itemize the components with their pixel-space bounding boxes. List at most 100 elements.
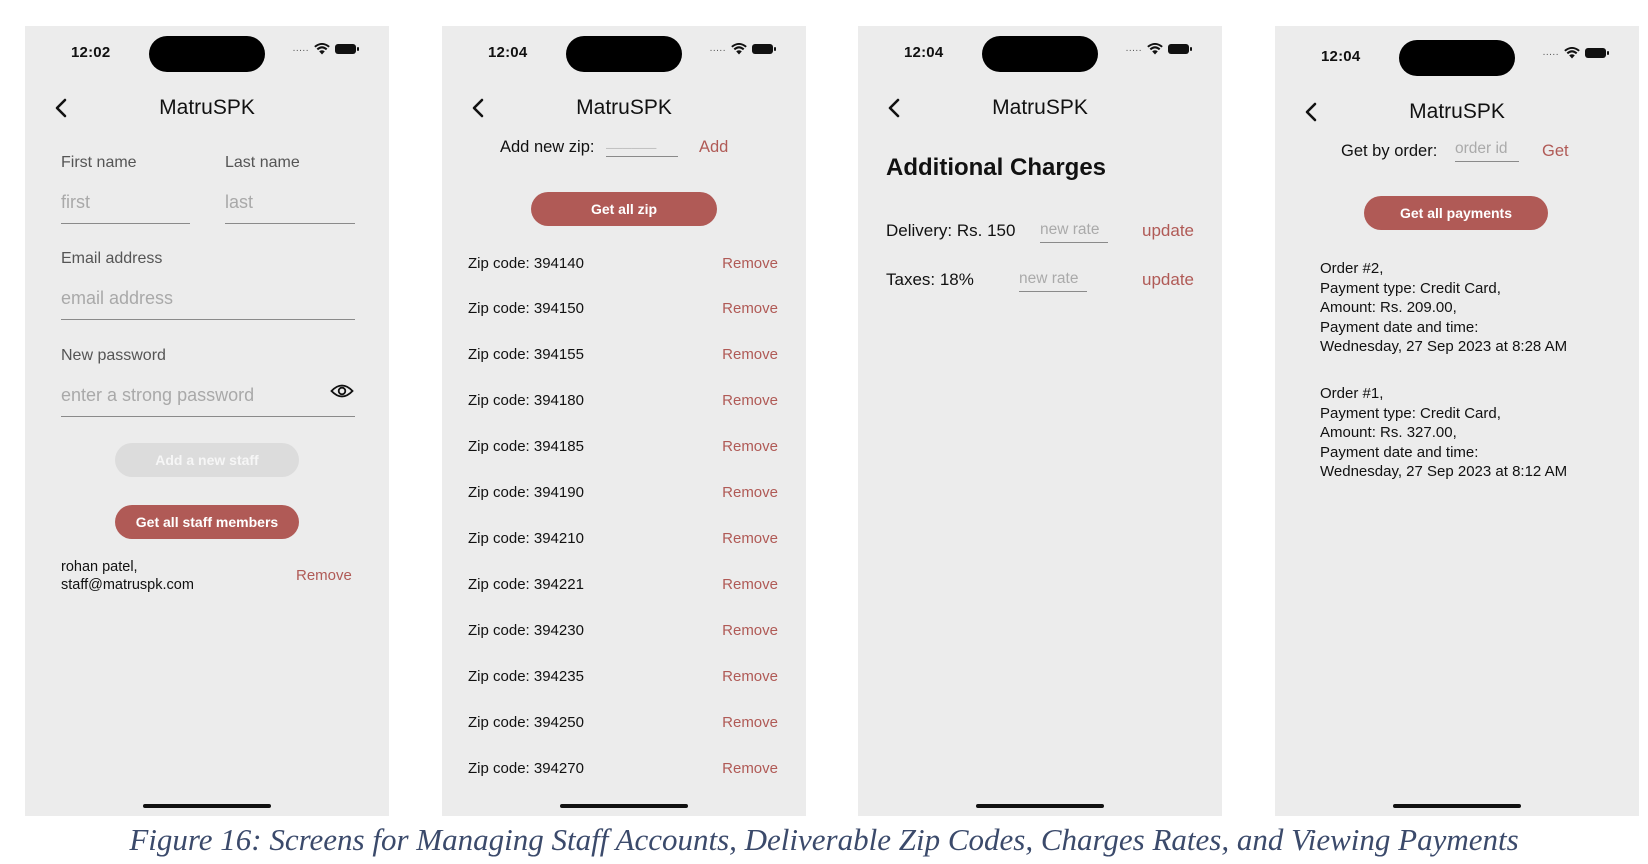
payment-date-label: Payment date and time: <box>1320 443 1479 461</box>
figure-caption: Figure 16: Screens for Managing Staff Ac… <box>129 822 1519 857</box>
password-field[interactable] <box>61 385 355 417</box>
remove-zip-button[interactable]: Remove <box>722 346 778 363</box>
status-bar: 12:04 ..... <box>1275 26 1639 82</box>
add-staff-button[interactable]: Add a new staff <box>115 443 299 477</box>
payment-type: Payment type: Credit Card, <box>1320 279 1501 297</box>
zip-code: Zip code: 394230 <box>468 622 584 639</box>
dynamic-island <box>149 36 265 72</box>
zip-row: Zip code: 394180 Remove <box>442 392 806 414</box>
remove-zip-button[interactable]: Remove <box>722 530 778 547</box>
home-indicator <box>1393 804 1521 808</box>
get-by-order-label: Get by order: <box>1341 142 1438 160</box>
remove-zip-button[interactable]: Remove <box>722 714 778 731</box>
signal-icon: ..... <box>292 43 309 54</box>
password-label: New password <box>61 347 166 364</box>
home-indicator <box>560 804 688 808</box>
staff-item: rohan patel, staff@matruspk.com <box>61 558 194 594</box>
zip-code: Zip code: 394150 <box>468 300 584 317</box>
remove-zip-button[interactable]: Remove <box>722 438 778 455</box>
zip-row: Zip code: 394140 Remove <box>442 255 806 277</box>
payment-order: Order #1, <box>1320 385 1384 402</box>
get-order-button[interactable]: Get <box>1542 142 1569 161</box>
zip-code: Zip code: 394185 <box>468 438 584 455</box>
charges-screen: 12:04 ..... MatruSPK Additional Charges … <box>858 26 1222 816</box>
last-name-label: Last name <box>225 154 300 171</box>
payment-item: Order #2, Payment type: Credit Card, Amo… <box>1320 259 1567 357</box>
staff-email: staff@matruspk.com <box>61 577 194 593</box>
get-all-payments-button[interactable]: Get all payments <box>1364 196 1548 230</box>
status-time: 12:02 <box>71 44 111 61</box>
zip-row: Zip code: 394221 Remove <box>442 576 806 598</box>
remove-zip-button[interactable]: Remove <box>722 760 778 777</box>
payment-amount: Amount: Rs. 327.00, <box>1320 424 1457 442</box>
get-all-staff-button[interactable]: Get all staff members <box>115 505 299 539</box>
wifi-icon <box>731 43 747 55</box>
zip-code: Zip code: 394180 <box>468 392 584 409</box>
order-id-input[interactable] <box>1455 140 1519 162</box>
page-title: MatruSPK <box>576 96 672 119</box>
zip-screen: 12:04 ..... MatruSPK Add new zip: Add Ge… <box>442 26 806 816</box>
first-name-field[interactable] <box>61 192 190 224</box>
remove-zip-button[interactable]: Remove <box>722 255 778 272</box>
payment-date: Wednesday, 27 Sep 2023 at 8:28 AM <box>1320 338 1568 356</box>
system-icons: ..... <box>1543 47 1609 59</box>
wifi-icon <box>1564 47 1580 59</box>
staff-name: rohan patel, <box>61 559 138 575</box>
zip-code: Zip code: 394270 <box>468 760 584 777</box>
section-heading: Additional Charges <box>886 154 1107 181</box>
system-icons: ..... <box>293 43 359 55</box>
signal-icon: ..... <box>1542 47 1559 58</box>
delivery-rate-label: Delivery: Rs. 150 <box>886 221 1016 240</box>
add-zip-label: Add new zip: <box>500 138 595 156</box>
payments-screen: 12:04 ..... MatruSPK Get by order: Get G… <box>1275 26 1639 816</box>
battery-icon <box>752 44 776 54</box>
zip-code: Zip code: 394190 <box>468 484 584 501</box>
last-name-field[interactable] <box>225 192 355 224</box>
first-name-label: First name <box>61 154 137 171</box>
remove-zip-button[interactable]: Remove <box>722 668 778 685</box>
payment-item: Order #1, Payment type: Credit Card, Amo… <box>1320 384 1567 482</box>
status-bar: 12:04 ..... <box>442 26 806 82</box>
email-field[interactable] <box>61 288 355 320</box>
wifi-icon <box>314 43 330 55</box>
remove-staff-button[interactable]: Remove <box>296 567 352 584</box>
nav-bar: MatruSPK <box>1275 94 1639 130</box>
delivery-rate-row: Delivery: Rs. 150 update <box>858 221 1222 247</box>
page-title: MatruSPK <box>1409 100 1505 123</box>
dynamic-island <box>566 36 682 72</box>
battery-icon <box>1585 48 1609 58</box>
delivery-rate-input[interactable] <box>1040 221 1108 243</box>
get-all-zip-button[interactable]: Get all zip <box>531 192 717 226</box>
zip-row: Zip code: 394155 Remove <box>442 346 806 368</box>
payment-type: Payment type: Credit Card, <box>1320 404 1501 422</box>
battery-icon <box>335 44 359 54</box>
remove-zip-button[interactable]: Remove <box>722 484 778 501</box>
payment-amount: Amount: Rs. 209.00, <box>1320 299 1457 317</box>
get-by-order-row: Get by order: Get <box>1275 140 1639 166</box>
email-label: Email address <box>61 250 163 267</box>
signal-icon: ..... <box>709 43 726 54</box>
wifi-icon <box>1147 43 1163 55</box>
home-indicator <box>976 804 1104 808</box>
zip-code: Zip code: 394250 <box>468 714 584 731</box>
eye-icon[interactable] <box>330 383 354 399</box>
zip-row: Zip code: 394190 Remove <box>442 484 806 506</box>
update-tax-button[interactable]: update <box>1142 270 1194 290</box>
tax-rate-input[interactable] <box>1019 270 1087 292</box>
zip-code: Zip code: 394140 <box>468 255 584 272</box>
remove-zip-button[interactable]: Remove <box>722 576 778 593</box>
zip-input[interactable] <box>606 136 678 157</box>
payment-date-label: Payment date and time: <box>1320 318 1479 336</box>
page-title: MatruSPK <box>159 96 255 119</box>
dynamic-island <box>1399 40 1515 76</box>
remove-zip-button[interactable]: Remove <box>722 392 778 409</box>
remove-zip-button[interactable]: Remove <box>722 300 778 317</box>
add-zip-row: Add new zip: Add <box>442 136 806 162</box>
add-zip-button[interactable]: Add <box>699 138 728 157</box>
update-delivery-button[interactable]: update <box>1142 221 1194 241</box>
remove-zip-button[interactable]: Remove <box>722 622 778 639</box>
home-indicator <box>143 804 271 808</box>
staff-screen: 12:02 ..... MatruSPK First name Last nam… <box>25 26 389 816</box>
nav-bar: MatruSPK <box>858 90 1222 126</box>
system-icons: ..... <box>710 43 776 55</box>
